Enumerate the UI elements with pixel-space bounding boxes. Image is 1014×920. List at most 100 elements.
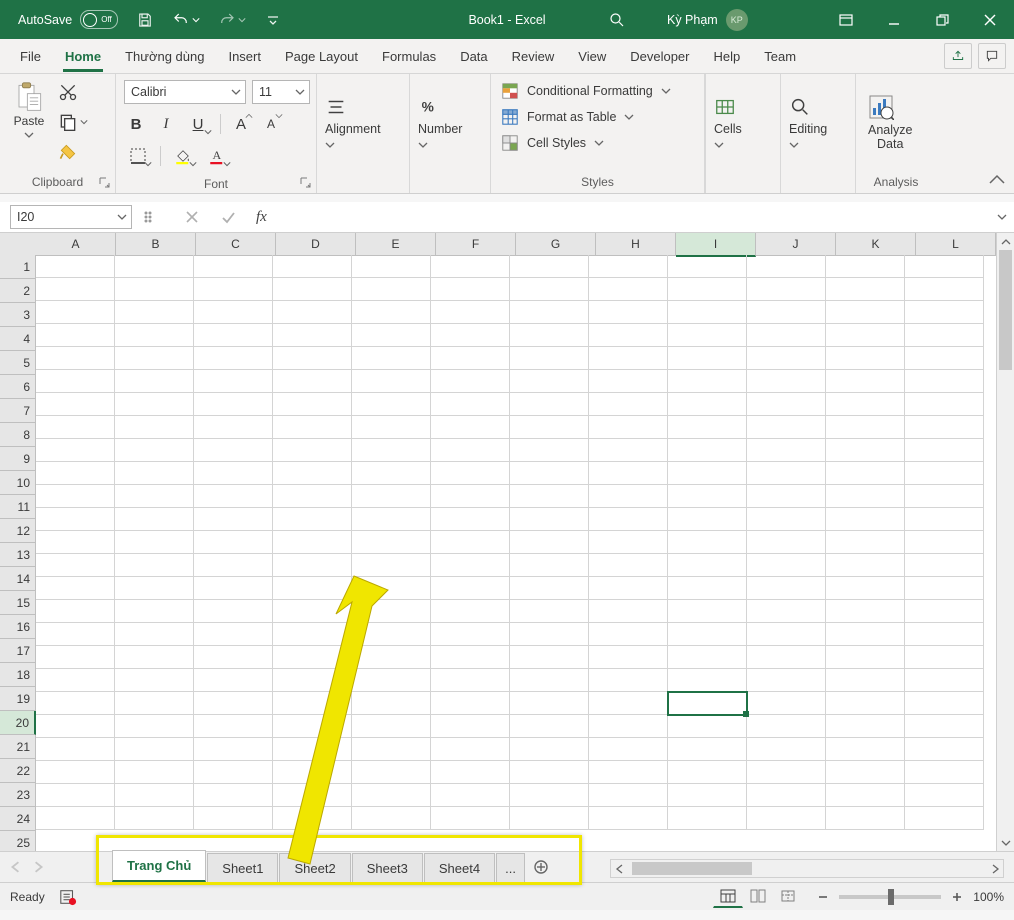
cell[interactable] [510,485,589,508]
cell[interactable] [589,301,668,324]
cell[interactable] [668,623,747,646]
font-color-button[interactable]: A [203,144,231,168]
cell[interactable] [747,278,826,301]
cell[interactable] [115,301,194,324]
cell[interactable] [194,784,273,807]
sheet-tab-overflow[interactable]: ... [496,853,525,882]
zoom-out-icon[interactable] [817,891,829,903]
increase-font-icon[interactable]: A [229,112,253,136]
cell[interactable] [589,255,668,278]
cell[interactable] [431,508,510,531]
scroll-down-icon[interactable] [997,834,1014,851]
cell[interactable] [826,646,905,669]
tab-data[interactable]: Data [448,39,499,73]
row-header[interactable]: 23 [0,783,36,807]
cell[interactable] [273,508,352,531]
zoom-in-icon[interactable] [951,891,963,903]
cell[interactable] [905,738,984,761]
scroll-thumb[interactable] [632,862,752,875]
cell[interactable] [273,324,352,347]
qat-customize-icon[interactable] [264,11,282,29]
tab-page-layout[interactable]: Page Layout [273,39,370,73]
cell[interactable] [115,439,194,462]
ribbon-display-options-icon[interactable] [822,0,870,39]
row-header[interactable]: 7 [0,399,36,423]
cell[interactable] [273,807,352,830]
cell[interactable] [510,278,589,301]
column-headers[interactable]: ABCDEFGHIJKL [36,233,996,255]
row-header[interactable]: 2 [0,279,36,303]
cell[interactable] [747,485,826,508]
cell[interactable] [431,485,510,508]
cell[interactable] [194,301,273,324]
cell[interactable] [668,278,747,301]
cell[interactable] [747,508,826,531]
collapse-ribbon-icon[interactable] [988,171,1006,189]
cell[interactable] [905,600,984,623]
tab-scroll-right-icon[interactable] [32,861,44,873]
cell[interactable] [431,715,510,738]
cell-styles-button[interactable]: Cell Styles [501,134,604,152]
cell[interactable] [510,738,589,761]
tab-review[interactable]: Review [500,39,567,73]
cell[interactable] [36,462,115,485]
row-header[interactable]: 10 [0,471,36,495]
cell[interactable] [194,485,273,508]
cell[interactable] [826,738,905,761]
cell[interactable] [273,761,352,784]
cell[interactable] [352,554,431,577]
cell[interactable] [36,324,115,347]
tab-frequent[interactable]: Thường dùng [113,39,216,73]
cell[interactable] [352,439,431,462]
cell[interactable] [273,439,352,462]
cell[interactable] [668,669,747,692]
scroll-thumb[interactable] [999,250,1012,370]
column-header[interactable]: H [596,233,676,256]
cell[interactable] [115,347,194,370]
cell[interactable] [905,807,984,830]
cell[interactable] [668,347,747,370]
row-header[interactable]: 16 [0,615,36,639]
cell[interactable] [589,278,668,301]
cell[interactable] [668,600,747,623]
cell[interactable] [905,439,984,462]
horizontal-scrollbar[interactable] [610,859,1004,878]
cell[interactable] [115,761,194,784]
cell[interactable] [352,393,431,416]
cell[interactable] [194,623,273,646]
view-page-layout-icon[interactable] [743,885,773,907]
cell[interactable] [352,508,431,531]
cell[interactable] [905,370,984,393]
cell[interactable] [668,393,747,416]
cell[interactable] [273,784,352,807]
cell[interactable] [589,416,668,439]
cell[interactable] [431,393,510,416]
cell[interactable] [352,531,431,554]
cell[interactable] [668,531,747,554]
enter-formula-icon[interactable] [220,209,236,225]
cell[interactable] [431,577,510,600]
cell[interactable] [905,255,984,278]
cell[interactable] [826,439,905,462]
cell[interactable] [510,255,589,278]
cell[interactable] [589,692,668,715]
column-header[interactable]: I [676,233,756,257]
row-header[interactable]: 19 [0,687,36,711]
cell[interactable] [273,600,352,623]
cell[interactable] [510,462,589,485]
scroll-right-icon[interactable] [986,860,1003,877]
cell[interactable] [510,439,589,462]
cell[interactable] [273,347,352,370]
redo-button[interactable] [218,11,246,29]
cell[interactable] [589,508,668,531]
cell[interactable] [510,669,589,692]
cell[interactable] [431,370,510,393]
row-header[interactable]: 17 [0,639,36,663]
cell[interactable] [115,738,194,761]
cell[interactable] [431,462,510,485]
cell[interactable] [352,255,431,278]
cell[interactable] [510,393,589,416]
tab-formulas[interactable]: Formulas [370,39,448,73]
cell[interactable] [747,324,826,347]
cell[interactable] [589,738,668,761]
